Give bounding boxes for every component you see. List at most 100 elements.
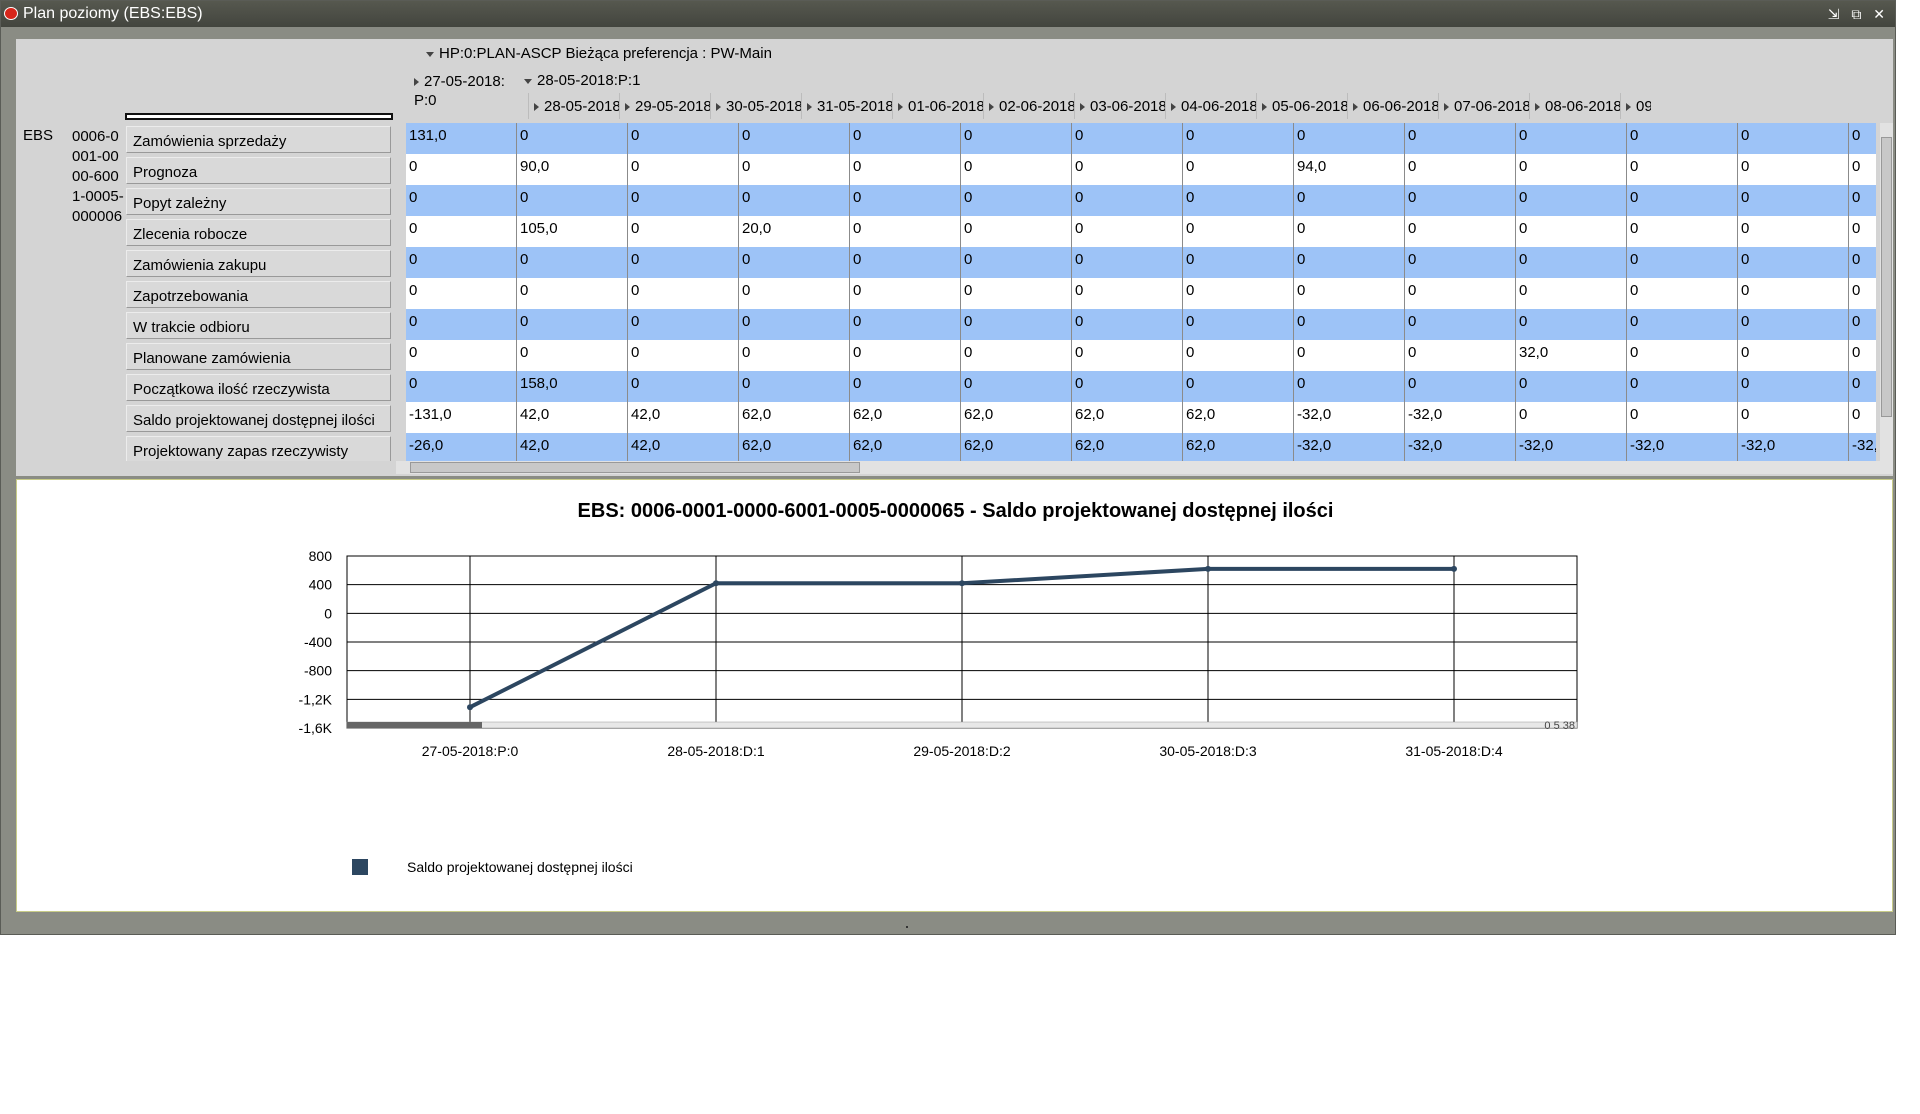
- expand-icon[interactable]: [989, 103, 994, 112]
- grid-cell[interactable]: 0: [627, 371, 738, 402]
- grid-cell[interactable]: 0: [1293, 371, 1404, 402]
- grid-cell[interactable]: 0: [849, 309, 960, 340]
- grid-cell[interactable]: 0: [849, 123, 960, 154]
- grid-cell[interactable]: 0: [1737, 123, 1848, 154]
- grid-cell[interactable]: 62,0: [849, 402, 960, 433]
- grid-cell[interactable]: 0: [1737, 278, 1848, 309]
- selected-column-header[interactable]: [125, 113, 393, 120]
- grid-cell[interactable]: 0: [1404, 185, 1515, 216]
- date-column-header[interactable]: 07-06-2018...: [1438, 93, 1530, 119]
- row-label[interactable]: Popyt zależny: [126, 188, 391, 215]
- vertical-scrollbar[interactable]: [1880, 123, 1893, 461]
- grid-cell[interactable]: 0: [627, 278, 738, 309]
- grid-cell[interactable]: 0: [516, 340, 627, 371]
- grid-cell[interactable]: 0: [1515, 371, 1626, 402]
- row-label[interactable]: Zamówienia zakupu: [126, 250, 391, 277]
- row-label[interactable]: Planowane zamówienia: [126, 343, 391, 370]
- expand-icon[interactable]: [414, 78, 419, 87]
- expand-icon[interactable]: [1171, 103, 1176, 112]
- grid-cell[interactable]: 0: [1848, 216, 1876, 247]
- grid-cell[interactable]: 62,0: [738, 433, 849, 461]
- grid-cell[interactable]: 0: [960, 185, 1071, 216]
- expand-icon[interactable]: [898, 103, 903, 112]
- grid-cell[interactable]: 0: [1071, 247, 1182, 278]
- grid-cell[interactable]: 62,0: [1182, 402, 1293, 433]
- grid-cell[interactable]: 0: [627, 216, 738, 247]
- row-label[interactable]: Początkowa ilość rzeczywista: [126, 374, 391, 401]
- horizontal-scrollbar[interactable]: [396, 461, 1893, 474]
- grid-cell[interactable]: 0: [1626, 371, 1737, 402]
- grid-cell[interactable]: 0: [1182, 309, 1293, 340]
- grid-cell[interactable]: 158,0: [516, 371, 627, 402]
- grid-cell[interactable]: 0: [1182, 247, 1293, 278]
- grid-cell[interactable]: 0: [1626, 185, 1737, 216]
- date-column-header[interactable]: 09: [1620, 93, 1651, 119]
- grid-cell[interactable]: 42,0: [516, 433, 627, 461]
- row-label[interactable]: Projektowany zapas rzeczywisty: [126, 436, 391, 463]
- grid-cell[interactable]: 0: [849, 247, 960, 278]
- date-column-header[interactable]: 05-06-2018...: [1256, 93, 1348, 119]
- row-label[interactable]: W trakcie odbioru: [126, 312, 391, 339]
- grid-cell[interactable]: 0: [1182, 371, 1293, 402]
- grid-cell[interactable]: 0: [1404, 123, 1515, 154]
- grid-cell[interactable]: -26,0: [406, 433, 516, 461]
- grid-cell[interactable]: 0: [1071, 309, 1182, 340]
- grid-cell[interactable]: 0: [627, 185, 738, 216]
- grid-cell[interactable]: 0: [738, 309, 849, 340]
- grid-cell[interactable]: 0: [406, 371, 516, 402]
- grid-cell[interactable]: 0: [1293, 340, 1404, 371]
- grid-cell[interactable]: 90,0: [516, 154, 627, 185]
- grid-cell[interactable]: 0: [516, 247, 627, 278]
- grid-cell[interactable]: 0: [516, 123, 627, 154]
- grid-cell[interactable]: 62,0: [960, 433, 1071, 461]
- date-column-header[interactable]: 06-06-2018...: [1347, 93, 1439, 119]
- grid-cell[interactable]: 0: [1293, 247, 1404, 278]
- grid-cell[interactable]: 0: [1626, 309, 1737, 340]
- grid-cell[interactable]: -32,0: [1404, 402, 1515, 433]
- grid-cell[interactable]: 0: [1182, 216, 1293, 247]
- grid-cell[interactable]: 0: [1071, 123, 1182, 154]
- grid-cell[interactable]: 62,0: [1071, 402, 1182, 433]
- grid-cell[interactable]: 0: [406, 154, 516, 185]
- grid-cell[interactable]: 0: [1293, 216, 1404, 247]
- grid-cell[interactable]: 0: [1626, 154, 1737, 185]
- expand-icon[interactable]: [1535, 103, 1540, 112]
- grid-cell[interactable]: 0: [1404, 371, 1515, 402]
- grid-cell[interactable]: 94,0: [1293, 154, 1404, 185]
- grid-cell[interactable]: 0: [1515, 402, 1626, 433]
- grid-cell[interactable]: 0: [406, 340, 516, 371]
- grid-cell[interactable]: 0: [1515, 278, 1626, 309]
- grid-cell[interactable]: 0: [1626, 247, 1737, 278]
- window-control-buttons[interactable]: ⇲ ⧉ ✕: [1828, 1, 1889, 27]
- expand-icon[interactable]: [1262, 103, 1267, 112]
- row-label[interactable]: Zlecenia robocze: [126, 219, 391, 246]
- grid-cell[interactable]: -32,0: [1737, 433, 1848, 461]
- grid-cell[interactable]: 0: [516, 185, 627, 216]
- date-column-header[interactable]: 30-05-2018...: [710, 93, 802, 119]
- grid-cell[interactable]: 0: [1737, 185, 1848, 216]
- grid-cell[interactable]: 20,0: [738, 216, 849, 247]
- grid-cell[interactable]: 0: [516, 309, 627, 340]
- grid-cell[interactable]: 0: [1848, 371, 1876, 402]
- grid-cell[interactable]: 62,0: [738, 402, 849, 433]
- scroll-thumb[interactable]: [410, 462, 860, 473]
- grid-cell[interactable]: -32,0: [1404, 433, 1515, 461]
- grid-cell[interactable]: 0: [1848, 402, 1876, 433]
- period-1-header[interactable]: 28-05-2018:P:1: [524, 72, 640, 89]
- grid-cell[interactable]: 0: [1848, 154, 1876, 185]
- expand-icon[interactable]: [1626, 103, 1631, 112]
- collapse-icon[interactable]: [426, 51, 434, 57]
- grid-cell[interactable]: 0: [1515, 309, 1626, 340]
- grid-cell[interactable]: 0: [960, 309, 1071, 340]
- grid-cell[interactable]: 0: [406, 185, 516, 216]
- grid-cell[interactable]: 0: [1737, 402, 1848, 433]
- grid-cell[interactable]: 0: [406, 309, 516, 340]
- grid-cell[interactable]: 0: [1071, 340, 1182, 371]
- grid-cell[interactable]: 42,0: [627, 433, 738, 461]
- row-label[interactable]: Saldo projektowanej dostępnej ilości: [126, 405, 391, 432]
- grid-cell[interactable]: 0: [1515, 185, 1626, 216]
- grid-cell[interactable]: 0: [1071, 278, 1182, 309]
- row-label[interactable]: Zapotrzebowania: [126, 281, 391, 308]
- expand-icon[interactable]: [534, 103, 539, 112]
- grid-cell[interactable]: 42,0: [627, 402, 738, 433]
